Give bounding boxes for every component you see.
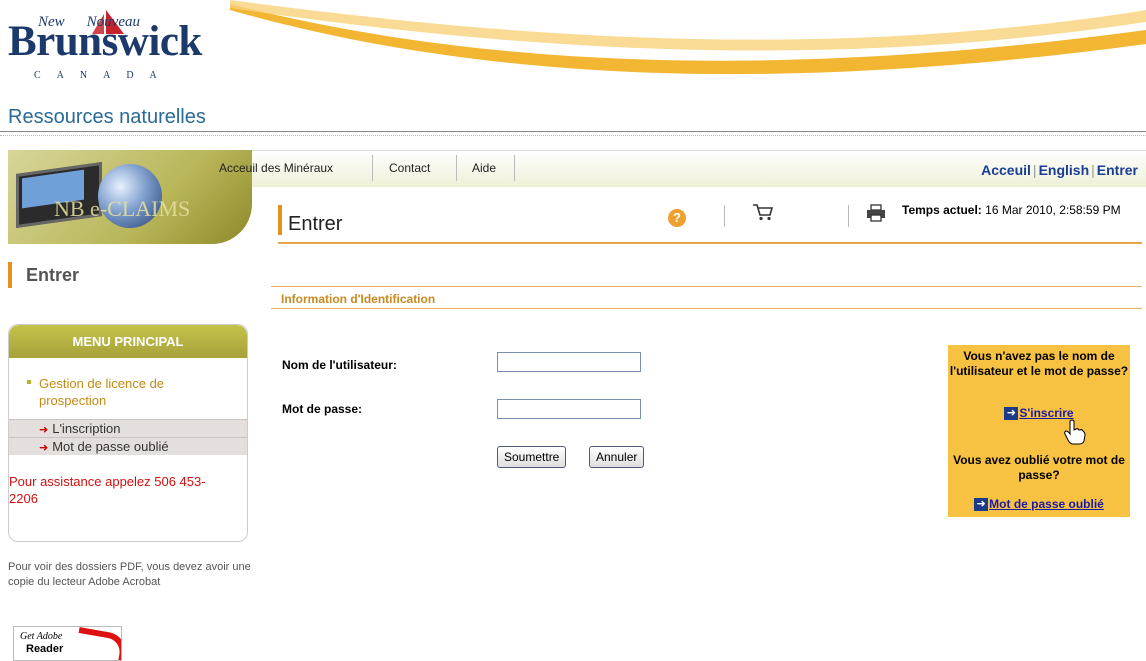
pdf-note: Pour voir des dossiers PDF, vous devez a…	[8, 561, 251, 588]
current-time: Temps actuel: 16 Mar 2010, 2:58:59 PM	[902, 203, 1121, 217]
nav-login-link[interactable]: Entrer	[1097, 162, 1138, 178]
cart-icon-svg	[753, 204, 774, 221]
hand-pointer-icon	[1064, 419, 1086, 445]
submenu-item-label: Mot de passe oublié	[52, 439, 169, 454]
submit-button[interactable]: Soumettre	[497, 446, 567, 468]
adobe-reader-text: Reader	[26, 643, 64, 655]
help-icon[interactable]: ?	[668, 209, 686, 227]
sidebar-title: Entrer	[26, 265, 80, 285]
arrow-right-icon: ➜	[1004, 407, 1019, 421]
nav-separator	[372, 155, 373, 181]
forgot-password-link[interactable]: Mot de passe oublié	[989, 497, 1104, 511]
section-divider-top	[271, 286, 1142, 287]
account-help-box: Vous n'avez pas le nom de l'utilisateur …	[948, 345, 1130, 517]
sidebar-accent-bar	[8, 262, 12, 288]
header-divider	[0, 131, 1146, 132]
pipe-separator: |	[1032, 162, 1037, 178]
menu-bullet	[27, 380, 31, 384]
username-input[interactable]	[497, 352, 641, 372]
pipe-separator: |	[1091, 162, 1095, 178]
arrow-right-icon: ➜	[39, 424, 49, 436]
main-menu-heading: MENU PRINCIPAL	[9, 325, 247, 358]
cancel-button[interactable]: Annuler	[589, 446, 645, 468]
get-adobe-reader-button[interactable]: Get Adobe Reader	[13, 626, 122, 661]
no-account-text: Vous n'avez pas le nom de l'utilisateur …	[949, 349, 1129, 378]
register-link-row: ➜ S'inscrire	[948, 406, 1130, 421]
toolbar-separator	[848, 205, 849, 227]
adobe-get-text: Get Adobe	[20, 631, 63, 642]
header-swoosh	[230, 0, 1146, 75]
arrow-right-icon: ➜	[974, 498, 989, 512]
right-nav: Acceuil | English | Entrer	[981, 162, 1138, 178]
toolbar-separator	[724, 205, 725, 227]
submenu-item-label: L'inscription	[52, 421, 121, 436]
section-divider-bottom	[271, 308, 1142, 309]
username-label: Nom de l'utilisateur:	[282, 358, 397, 372]
assistance-text: Pour assistance appelez 506 453-2206	[9, 474, 206, 506]
time-value: 16 Mar 2010, 2:58:59 PM	[985, 203, 1121, 217]
password-label: Mot de passe:	[282, 402, 363, 416]
title-accent-bar	[278, 205, 282, 235]
nav-home-link[interactable]: Acceuil	[981, 162, 1031, 178]
forgot-link-row: ➜ Mot de passe oublié	[948, 497, 1130, 512]
banner-text: NB e-CLAIMS	[54, 196, 191, 221]
nav-english-link[interactable]: English	[1039, 162, 1090, 178]
password-input[interactable]	[497, 399, 641, 419]
submenu-item-forgot-password[interactable]: ➜ Mot de passe oublié	[9, 437, 247, 455]
adobe-logo-icon	[73, 627, 121, 660]
nav-separator	[456, 155, 457, 181]
time-label: Temps actuel:	[902, 203, 982, 217]
nav-item-contact[interactable]: Contact	[389, 161, 430, 175]
section-heading: Information d'Identification	[281, 292, 436, 306]
forgot-text: Vous avez oublié votre mot de passe?	[953, 453, 1125, 482]
register-link[interactable]: S'inscrire	[1019, 406, 1073, 420]
logo-country-text: CANADA	[34, 70, 173, 81]
page-title: Entrer	[288, 213, 343, 235]
ministry-title: Ressources naturelles	[8, 106, 206, 128]
logo-brand-text: Brunswick	[8, 18, 202, 65]
menu-item-license[interactable]: Gestion de licence de prospection	[39, 375, 219, 409]
cart-icon[interactable]	[752, 203, 774, 226]
submenu-item-register[interactable]: ➜ L'inscription	[9, 419, 247, 437]
title-underline	[278, 242, 1142, 244]
print-icon[interactable]	[866, 204, 886, 227]
main-menu: MENU PRINCIPAL Gestion de licence de pro…	[8, 324, 248, 542]
print-icon-svg	[867, 204, 885, 222]
arrow-right-icon: ➜	[39, 442, 49, 454]
nav-item-mineraux[interactable]: Acceuil des Minéraux	[219, 161, 333, 175]
header-dotted-divider	[0, 135, 1146, 136]
nav-item-aide[interactable]: Aide	[472, 161, 496, 175]
nav-separator	[514, 155, 515, 181]
nb-eclaims-banner: NB e-CLAIMS	[8, 150, 252, 244]
